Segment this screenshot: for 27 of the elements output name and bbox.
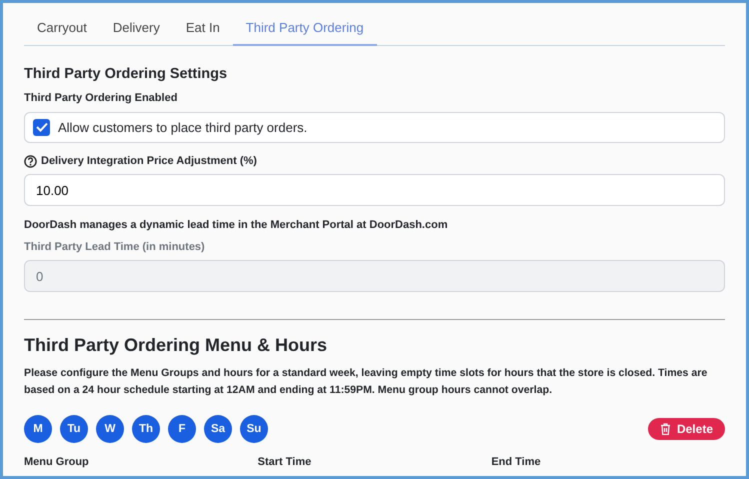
- tab[interactable]: Carryout: [24, 11, 100, 46]
- column-header: Menu Group: [24, 456, 89, 468]
- day-button[interactable]: M: [24, 415, 52, 444]
- checkbox-label: Allow customers to place third party orders.: [58, 118, 308, 137]
- day-button[interactable]: Su: [240, 415, 268, 444]
- tab[interactable]: Delivery: [100, 11, 173, 46]
- day-button[interactable]: W: [96, 415, 124, 444]
- trash-icon: [660, 423, 671, 436]
- day-button[interactable]: Sa: [204, 415, 232, 444]
- note-text: DoorDash manages a dynamic lead time in the Merchant Portal at DoorDash.com: [24, 218, 449, 234]
- section-title: Third Party Ordering Settings: [24, 64, 228, 84]
- section-title: Third Party Ordering Menu & Hours: [24, 334, 328, 358]
- tab[interactable]: Third Party Ordering: [232, 11, 377, 46]
- tab[interactable]: Eat In: [172, 11, 233, 46]
- input-field[interactable]: 10.00: [24, 174, 725, 206]
- help-icon: [24, 154, 37, 168]
- field-label: Delivery Integration Price Adjustment (%): [41, 154, 257, 169]
- description-text: Please configure the Menu Groups and hours for a standard week, leaving empty time slots for hours that the store is closed. Times are based on a 24 hour schedule starting at 12AM and ending at 11:59PM. Menu group hours cannot overlap.: [24, 366, 708, 398]
- delete-button[interactable]: Delete: [648, 418, 725, 440]
- column-header: Start Time: [258, 456, 312, 468]
- column-header: End Time: [491, 456, 541, 468]
- day-button[interactable]: Tu: [60, 415, 88, 444]
- day-button[interactable]: Th: [132, 415, 160, 444]
- checkbox[interactable]: [33, 118, 50, 136]
- field-label: Third Party Lead Time (in minutes): [24, 240, 206, 255]
- field-label: Third Party Ordering Enabled: [24, 91, 178, 106]
- day-button[interactable]: F: [168, 415, 196, 444]
